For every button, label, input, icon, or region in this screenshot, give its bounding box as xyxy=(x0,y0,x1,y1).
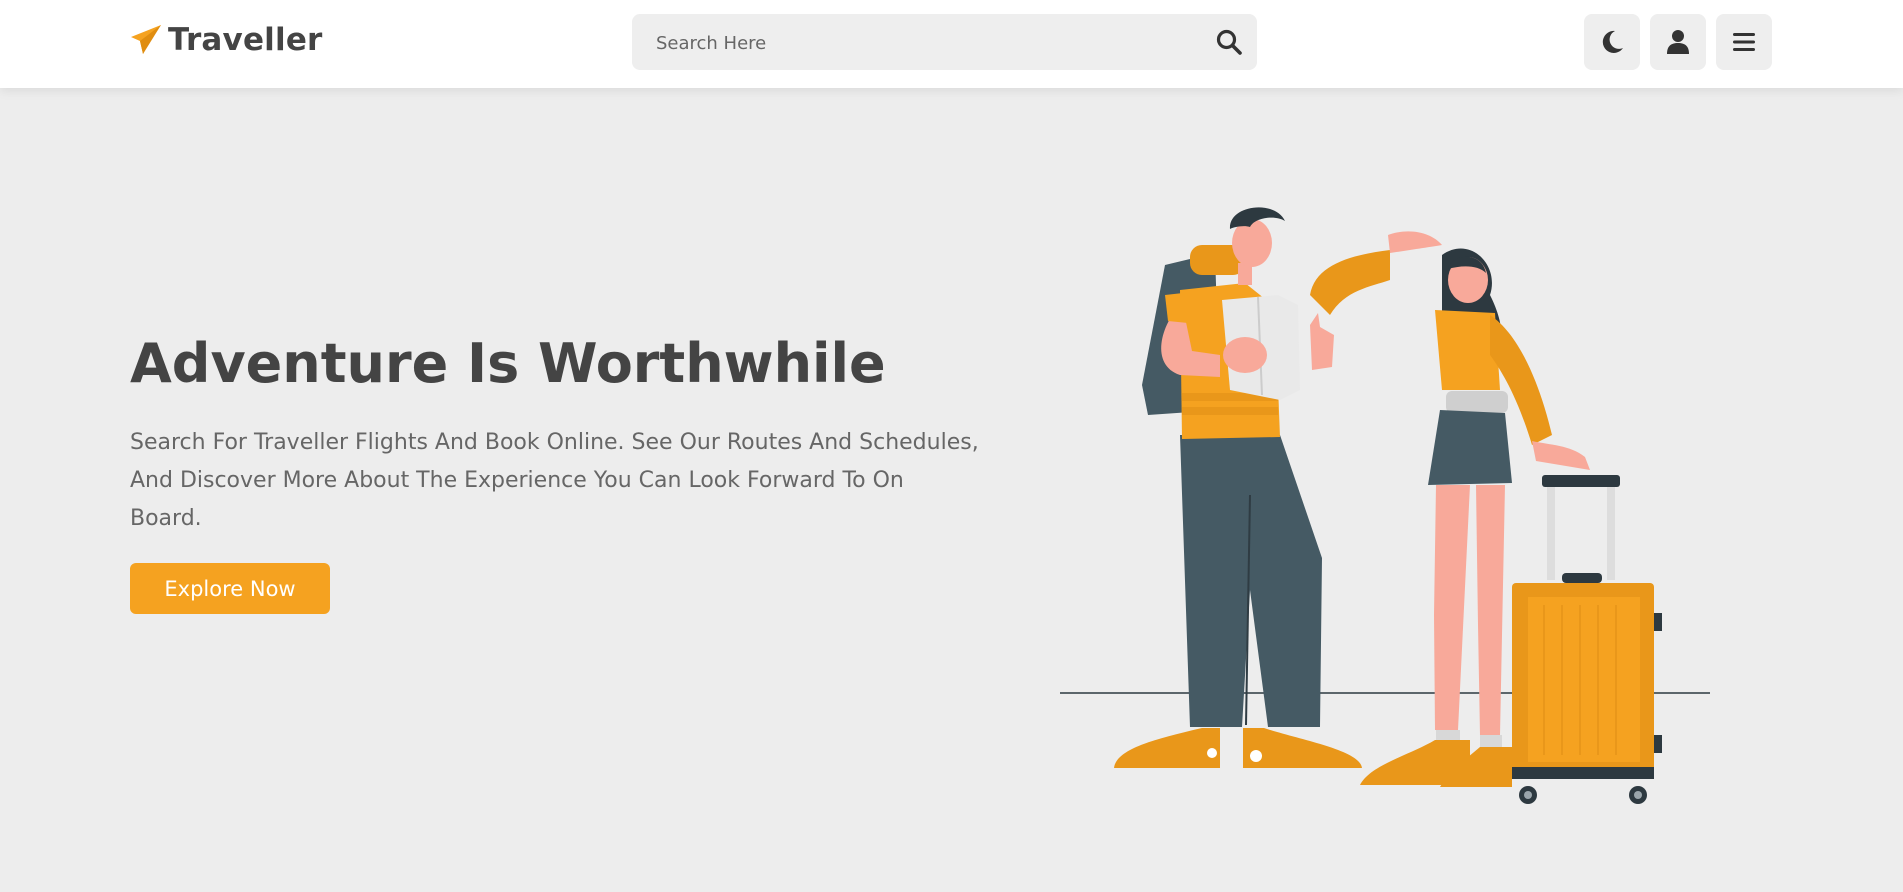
logo-text: Traveller xyxy=(168,22,323,58)
search-button[interactable] xyxy=(1215,28,1243,56)
site-header: Traveller xyxy=(0,0,1903,88)
travellers-illustration xyxy=(1060,207,1710,804)
hero-title: Adventure Is Worthwhile xyxy=(130,332,886,395)
moon-icon xyxy=(1602,30,1623,53)
search-icon xyxy=(1216,29,1242,55)
menu-button[interactable] xyxy=(1716,14,1772,70)
search-input[interactable] xyxy=(654,14,1198,72)
paper-plane-icon xyxy=(131,25,161,54)
explore-now-button[interactable]: Explore Now xyxy=(130,563,330,614)
user-icon xyxy=(1667,30,1689,54)
hero-description: Search For Traveller Flights And Book On… xyxy=(130,430,979,531)
dark-mode-button[interactable] xyxy=(1584,14,1640,70)
search-bar xyxy=(632,14,1257,72)
suitcase-figure xyxy=(1512,475,1662,804)
user-button[interactable] xyxy=(1650,14,1706,70)
logo-link[interactable]: Traveller xyxy=(130,22,323,58)
menu-icon xyxy=(1733,33,1755,51)
